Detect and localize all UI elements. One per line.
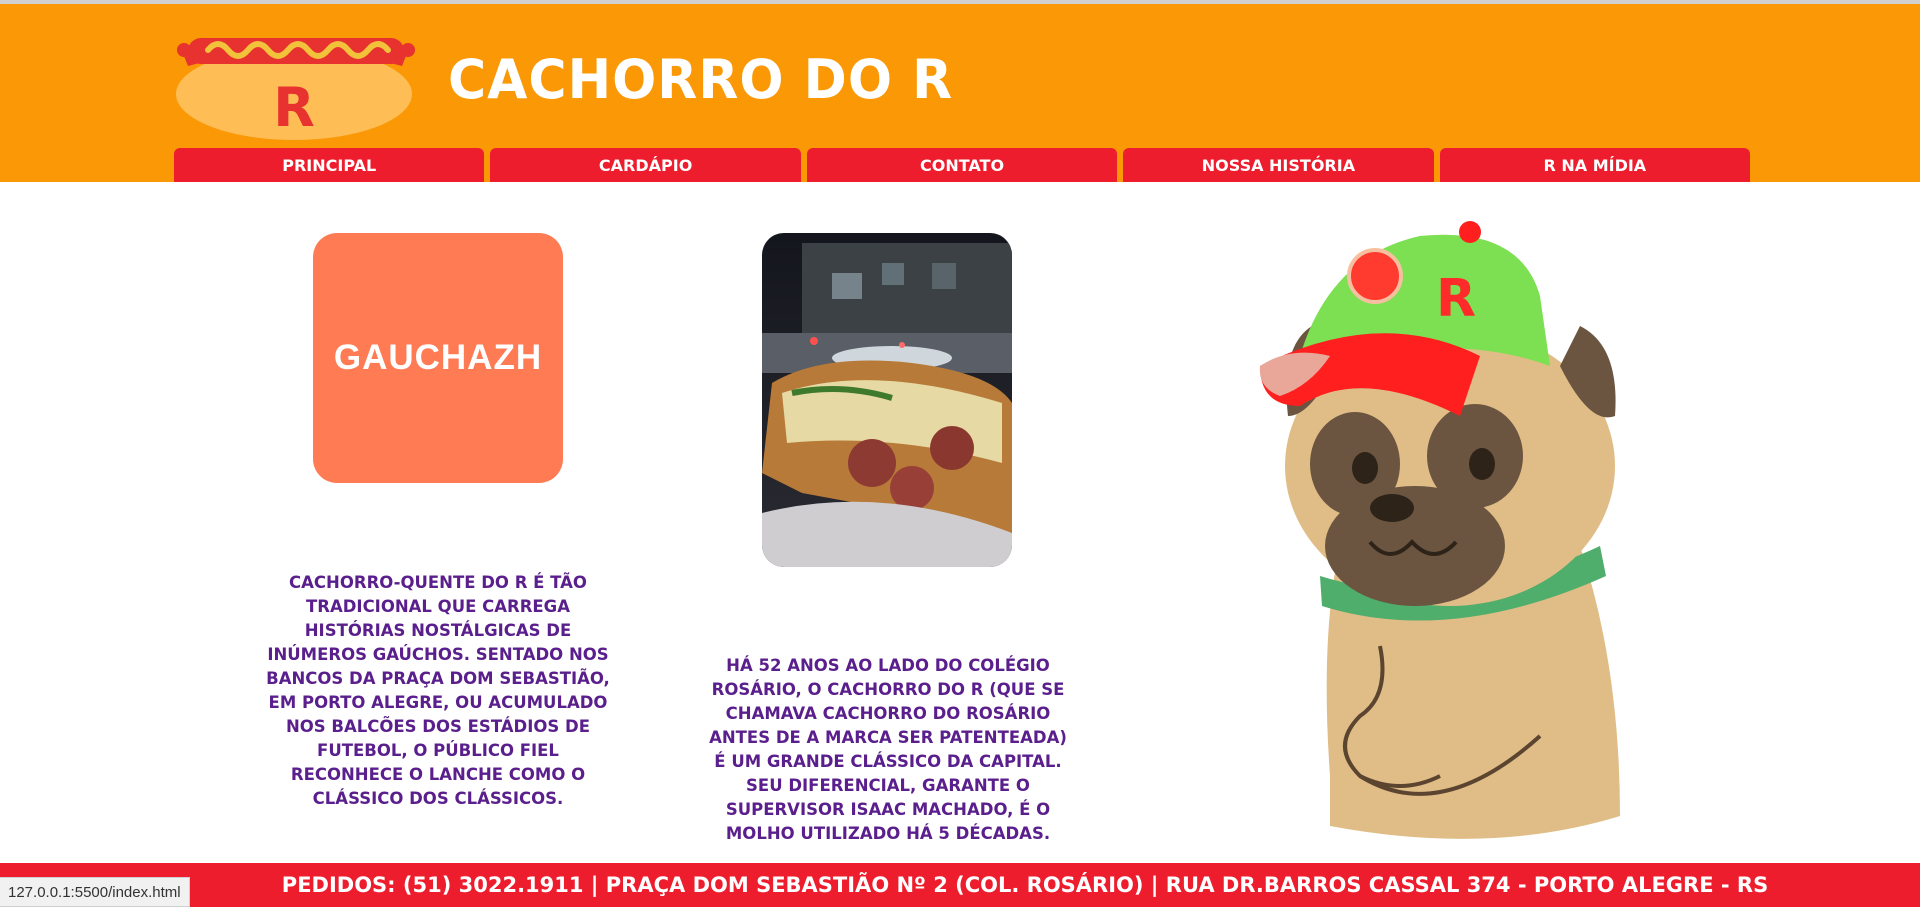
gauchazh-logo-text: GAUCHAZH bbox=[333, 338, 543, 377]
paragraph-history: Há 52 anos ao lado do Colégio Rosário, o… bbox=[709, 655, 1067, 843]
gauchazh-logo[interactable]: GAUCHAZH bbox=[313, 233, 563, 483]
hotdog-logo[interactable]: R bbox=[174, 14, 418, 140]
main-nav: PRINCIPAL CARDÁPIO CONTATO NOSSA HISTÓRI… bbox=[174, 148, 1751, 182]
svg-text:R: R bbox=[273, 76, 315, 139]
nav-item-cardapio[interactable]: CARDÁPIO bbox=[490, 148, 801, 182]
pug-mascot-image: R bbox=[1259, 221, 1620, 839]
hotdog-photo bbox=[762, 233, 1012, 567]
site-footer: PEDIDOS: (51) 3022.1911 | PRAÇA DOM SEBA… bbox=[0, 863, 1920, 907]
hotdog-photo-image bbox=[762, 233, 1012, 567]
footer-contact-text: PEDIDOS: (51) 3022.1911 | PRAÇA DOM SEBA… bbox=[281, 873, 1769, 897]
nav-item-r-na-midia[interactable]: R NA MÍDIA bbox=[1439, 148, 1751, 182]
browser-status-url: 127.0.0.1:5500/index.html bbox=[0, 877, 190, 907]
nav-item-contato[interactable]: CONTATO bbox=[806, 148, 1118, 182]
paragraph-tradition: Cachorro-quente do R é tão tradicional q… bbox=[266, 572, 610, 808]
nav-item-nossa-historia[interactable]: NOSSA HISTÓRIA bbox=[1123, 148, 1434, 182]
svg-text:R: R bbox=[1436, 269, 1476, 329]
nav-item-principal[interactable]: PRINCIPAL bbox=[174, 148, 485, 182]
site-title: CACHORRO DO R bbox=[448, 48, 954, 112]
